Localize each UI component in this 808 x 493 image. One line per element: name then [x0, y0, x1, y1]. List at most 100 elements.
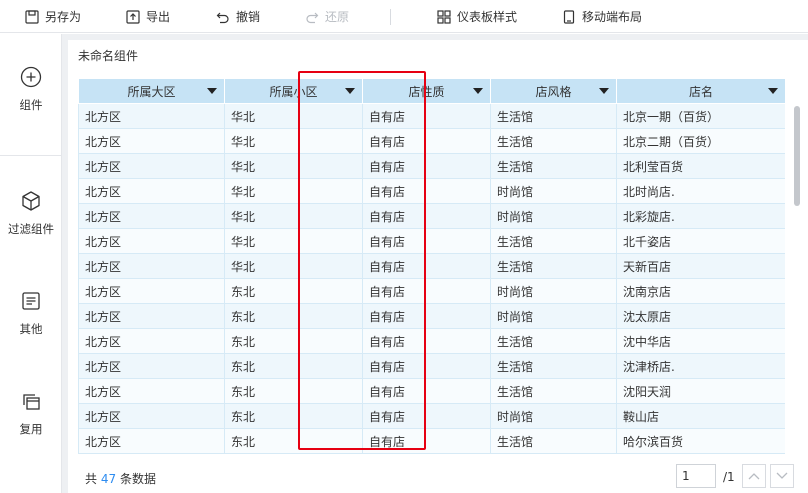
sidebar-item-filter-components[interactable]: 过滤组件 — [0, 190, 62, 237]
toolbar-divider — [390, 9, 391, 25]
export-label: 导出 — [146, 10, 171, 24]
toolbar: 另存为 导出 撤销 还原 仪表板样式 移动端布局 — [0, 0, 808, 33]
caret-down-icon[interactable] — [599, 88, 609, 94]
table-cell: 生活馆 — [490, 328, 617, 354]
table-cell: 生活馆 — [490, 128, 617, 154]
table-cell: 时尚馆 — [490, 178, 617, 204]
dashboard-canvas: 未命名组件 所属大区 所属小区 店性质 店风格 店名 北方区 华北 自有店 生活馆 北京一期（百… — [62, 34, 808, 493]
column-header[interactable]: 店性质 — [362, 78, 491, 104]
redo-label: 还原 — [325, 10, 350, 24]
table-cell: 沈南京店 — [616, 278, 785, 304]
table-cell: 北方区 — [78, 128, 225, 154]
table-cell: 北利莹百货 — [616, 153, 785, 179]
table-cell: 北千姿店 — [616, 228, 785, 254]
table-header-row: 所属大区 所属小区 店性质 店风格 店名 — [78, 78, 785, 104]
save-icon — [25, 9, 39, 24]
vertical-scrollbar[interactable] — [794, 106, 800, 206]
column-header-label: 所属大区 — [127, 84, 176, 99]
table-row[interactable]: 北方区 东北 自有店 生活馆 哈尔滨百货 — [78, 428, 785, 454]
total-prefix: 共 — [85, 472, 98, 486]
column-header[interactable]: 店名 — [616, 78, 785, 104]
caret-down-icon[interactable] — [473, 88, 483, 94]
dashboard-style-button[interactable]: 仪表板样式 — [437, 0, 517, 33]
mobile-icon — [563, 9, 575, 24]
redo-button[interactable]: 还原 — [305, 0, 349, 33]
table-cell: 自有店 — [362, 103, 491, 129]
table-row[interactable]: 北方区 华北 自有店 时尚馆 北彩旋店. — [78, 203, 785, 229]
chevron-down-icon — [776, 472, 788, 479]
table-cell: 华北 — [224, 203, 363, 229]
table-cell: 北方区 — [78, 328, 225, 354]
table-row[interactable]: 北方区 华北 自有店 生活馆 北利莹百货 — [78, 153, 785, 179]
table-cell: 东北 — [224, 328, 363, 354]
data-table: 所属大区 所属小区 店性质 店风格 店名 北方区 华北 自有店 生活馆 北京一期（百货） 北方区华… — [78, 78, 785, 454]
caret-down-icon[interactable] — [345, 88, 355, 94]
sidebar-item-components[interactable]: 组件 — [0, 66, 62, 113]
table-cell: 北方区 — [78, 353, 225, 379]
widget-title: 未命名组件 — [78, 49, 139, 63]
table-cell: 鞍山店 — [616, 403, 785, 429]
sidebar-item-other[interactable]: 其他 — [0, 290, 62, 337]
save-as-button[interactable]: 另存为 — [25, 0, 81, 33]
table-row[interactable]: 北方区 东北 自有店 时尚馆 沈南京店 — [78, 278, 785, 304]
table-footer: 共 47 条数据 1 /1 — [78, 464, 798, 490]
sidebar-item-reuse[interactable]: 复用 — [0, 390, 62, 437]
table-cell: 北方区 — [78, 303, 225, 329]
table-cell: 自有店 — [362, 203, 491, 229]
table-row[interactable]: 北方区 华北 自有店 生活馆 北京二期（百货） — [78, 128, 785, 154]
table-cell: 生活馆 — [490, 378, 617, 404]
page-number-input[interactable]: 1 — [676, 464, 716, 488]
table-cell: 北方区 — [78, 403, 225, 429]
table-cell: 东北 — [224, 278, 363, 304]
table-cell: 时尚馆 — [490, 303, 617, 329]
table-row[interactable]: 北方区 华北 自有店 生活馆 天新百店 — [78, 253, 785, 279]
table-cell: 生活馆 — [490, 103, 617, 129]
export-button[interactable]: 导出 — [126, 0, 170, 33]
prev-page-button[interactable] — [742, 464, 766, 488]
column-header-label: 店风格 — [535, 84, 572, 99]
table-cell: 时尚馆 — [490, 203, 617, 229]
table-cell: 北方区 — [78, 253, 225, 279]
table-row[interactable]: 北方区 华北 自有店 生活馆 北京一期（百货） — [78, 103, 785, 129]
table-cell: 北方区 — [78, 153, 225, 179]
table-row[interactable]: 北方区 东北 自有店 时尚馆 沈太原店 — [78, 303, 785, 329]
table-row[interactable]: 北方区 东北 自有店 生活馆 沈阳天润 — [78, 378, 785, 404]
undo-button[interactable]: 撤销 — [216, 0, 260, 33]
undo-icon — [216, 12, 229, 23]
column-header-label: 店性质 — [408, 84, 445, 99]
table-row[interactable]: 北方区 华北 自有店 时尚馆 北时尚店. — [78, 178, 785, 204]
total-number: 47 — [100, 472, 117, 486]
sidebar-item-label: 过滤组件 — [8, 222, 54, 236]
column-header[interactable]: 所属小区 — [224, 78, 363, 104]
column-header[interactable]: 店风格 — [490, 78, 617, 104]
table-cell: 东北 — [224, 378, 363, 404]
table-row[interactable]: 北方区 东北 自有店 生活馆 沈中华店 — [78, 328, 785, 354]
document-icon — [22, 292, 40, 310]
sidebar: 组件 过滤组件 其他 复用 — [0, 34, 62, 493]
next-page-button[interactable] — [770, 464, 794, 488]
chevron-up-icon — [748, 473, 760, 480]
column-header[interactable]: 所属大区 — [78, 78, 225, 104]
table-cell: 华北 — [224, 228, 363, 254]
caret-down-icon[interactable] — [207, 88, 217, 94]
table-cell: 华北 — [224, 178, 363, 204]
cube-icon — [22, 191, 40, 211]
table-cell: 生活馆 — [490, 353, 617, 379]
table-cell: 自有店 — [362, 328, 491, 354]
table-widget[interactable]: 未命名组件 所属大区 所属小区 店性质 店风格 店名 北方区 华北 自有店 生活馆 北京一期（百… — [68, 40, 808, 493]
mobile-layout-button[interactable]: 移动端布局 — [562, 0, 642, 33]
table-container: 所属大区 所属小区 店性质 店风格 店名 北方区 华北 自有店 生活馆 北京一期（百货） 北方区华… — [78, 78, 785, 456]
table-cell: 时尚馆 — [490, 278, 617, 304]
table-row[interactable]: 北方区 东北 自有店 时尚馆 鞍山店 — [78, 403, 785, 429]
table-cell: 时尚馆 — [490, 403, 617, 429]
table-row[interactable]: 北方区 东北 自有店 生活馆 沈津桥店. — [78, 353, 785, 379]
table-cell: 北方区 — [78, 278, 225, 304]
table-cell: 哈尔滨百货 — [616, 428, 785, 454]
table-cell: 华北 — [224, 103, 363, 129]
table-row[interactable]: 北方区 华北 自有店 生活馆 北千姿店 — [78, 228, 785, 254]
table-cell: 北方区 — [78, 203, 225, 229]
caret-down-icon[interactable] — [768, 88, 778, 94]
table-cell: 华北 — [224, 253, 363, 279]
table-cell: 生活馆 — [490, 253, 617, 279]
table-cell: 沈津桥店. — [616, 353, 785, 379]
